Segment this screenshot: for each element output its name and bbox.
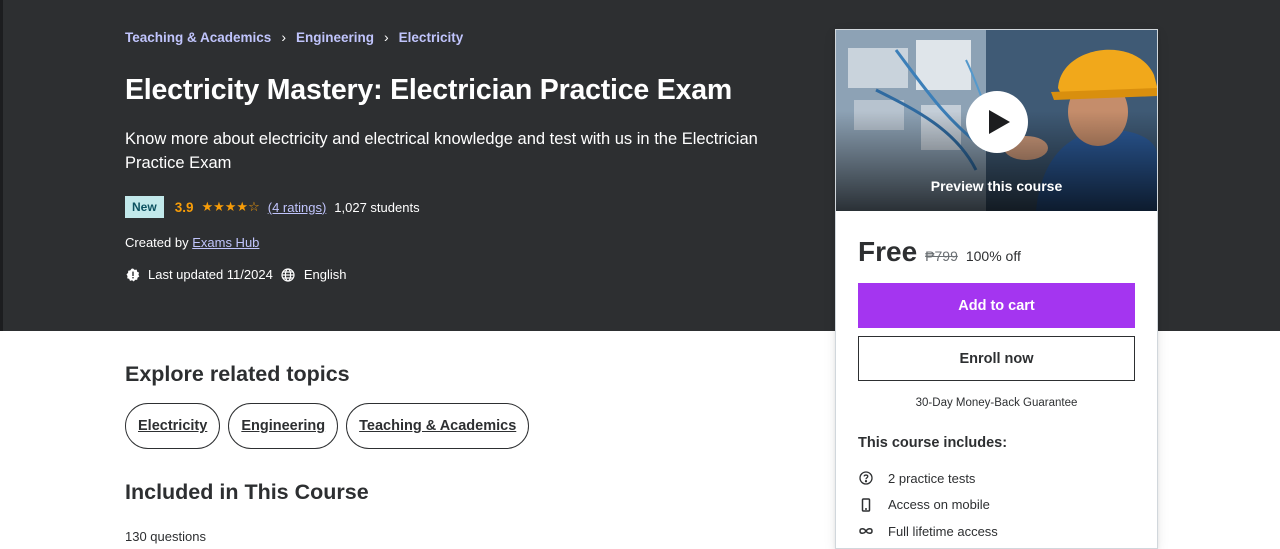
ratings-count-link[interactable]: (4 ratings) (268, 200, 327, 215)
discount-percent: 100% off (965, 248, 1021, 264)
author-link[interactable]: Exams Hub (192, 235, 259, 250)
topic-electricity[interactable]: Electricity (125, 403, 221, 449)
infinity-icon (858, 523, 874, 539)
course-preview[interactable]: Preview this course (836, 30, 1157, 211)
star-rating-icon: ★★★★☆ (201, 199, 260, 214)
created-by: Created by Exams Hub (125, 235, 259, 250)
rating-value: 3.9 (174, 199, 194, 215)
breadcrumb-electricity[interactable]: Electricity (399, 30, 464, 45)
mobile-icon (858, 497, 874, 513)
created-by-label: Created by (125, 235, 189, 250)
course-subtitle: Know more about electricity and electric… (125, 130, 758, 172)
question-circle-icon (858, 470, 874, 486)
new-badge: New (125, 196, 164, 218)
list-item: Access on mobile (858, 492, 998, 519)
course-language: English (303, 267, 347, 282)
play-button[interactable] (966, 91, 1028, 153)
play-icon (989, 110, 1010, 134)
current-price: Free (858, 236, 918, 267)
alert-badge-icon (125, 267, 140, 282)
breadcrumb-teaching-academics[interactable]: Teaching & Academics (125, 30, 271, 45)
students-count: 1,027 students (334, 199, 420, 215)
include-label: Access on mobile (888, 497, 990, 513)
includes-list: 2 practice tests Access on mobile Full l… (858, 465, 998, 545)
topic-teaching-academics[interactable]: Teaching & Academics (346, 403, 530, 449)
hero-edge (0, 0, 3, 331)
last-updated: Last updated 11/2024 (148, 267, 273, 282)
include-label: Full lifetime access (888, 523, 998, 539)
breadcrumb: Teaching & Academics › Engineering › Ele… (125, 29, 463, 45)
chevron-right-icon: › (281, 29, 286, 45)
include-label: 2 practice tests (888, 470, 976, 486)
chevron-right-icon: › (384, 29, 389, 45)
related-topics-title: Explore related topics (125, 362, 350, 386)
included-title: Included in This Course (125, 480, 369, 504)
related-topics: Electricity Engineering Teaching & Acade… (125, 403, 530, 449)
list-item: Full lifetime access (858, 518, 998, 545)
money-back-guarantee: 30-Day Money-Back Guarantee (915, 397, 1078, 409)
includes-title: This course includes: (858, 435, 1008, 451)
enroll-now-button[interactable]: Enroll now (858, 336, 1135, 381)
breadcrumb-engineering[interactable]: Engineering (296, 30, 374, 45)
topic-engineering[interactable]: Engineering (228, 403, 339, 449)
purchase-card: Preview this course Free ₱799 100% off A… (835, 29, 1158, 549)
price-row: Free ₱799 100% off (858, 236, 1021, 268)
globe-icon (281, 267, 296, 282)
original-price: ₱799 (925, 248, 958, 264)
course-title: Electricity Mastery: Electrician Practic… (125, 74, 733, 106)
course-info-row: Last updated 11/2024 English (125, 267, 346, 282)
list-item: 2 practice tests (858, 465, 998, 492)
rating-row: New 3.9 ★★★★☆ (4 ratings) 1,027 students (125, 196, 420, 218)
preview-label: Preview this course (930, 178, 1063, 194)
add-to-cart-button[interactable]: Add to cart (858, 283, 1135, 328)
